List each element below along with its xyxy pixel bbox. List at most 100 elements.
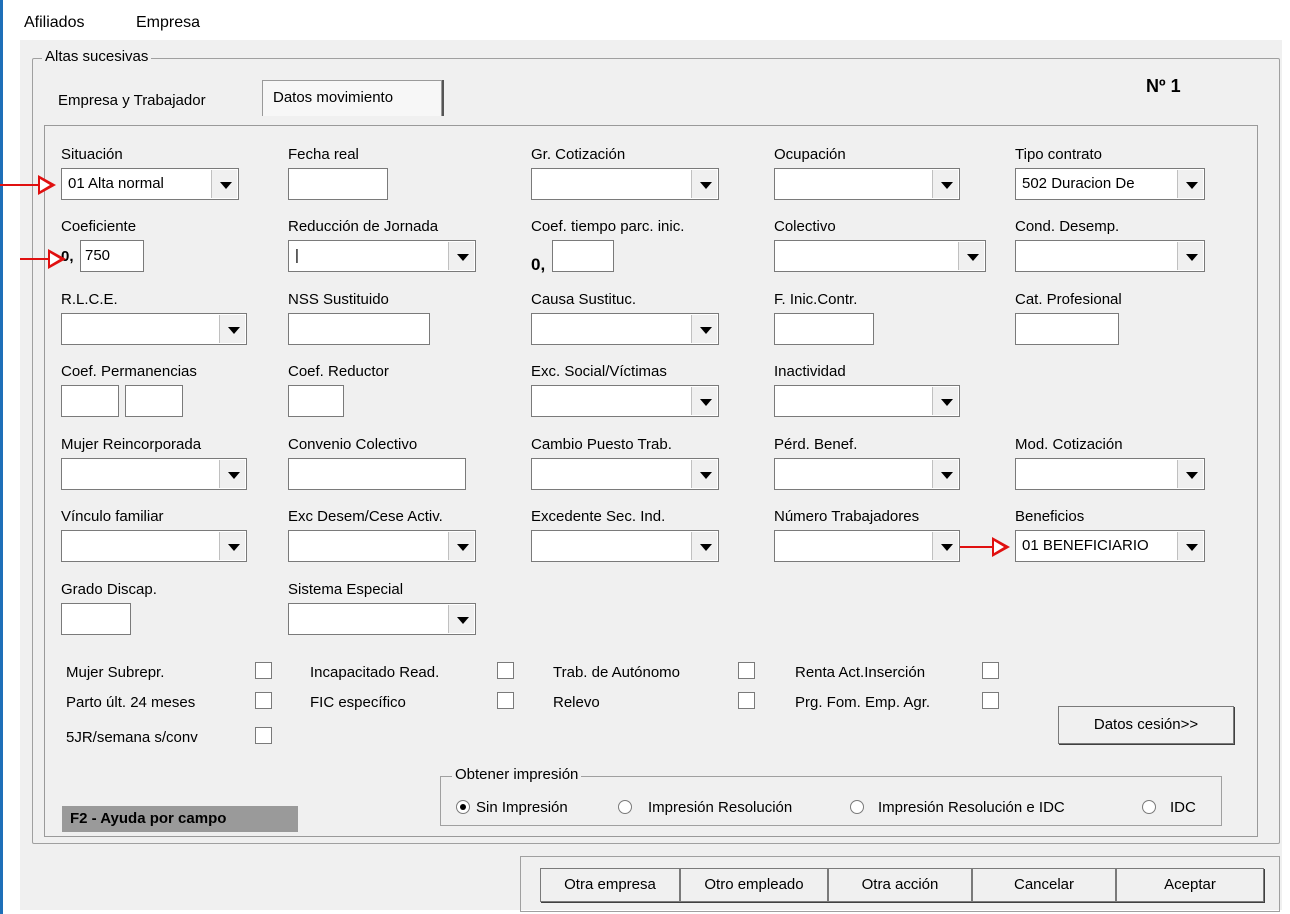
chevron-down-icon[interactable] xyxy=(448,605,474,633)
causa-sustituc-select[interactable] xyxy=(531,313,719,345)
radio-sin-impresion[interactable] xyxy=(456,800,470,814)
nss-sustituido-input[interactable] xyxy=(288,313,430,345)
gr-cotizacion-select[interactable] xyxy=(531,168,719,200)
chevron-down-icon[interactable] xyxy=(211,170,237,198)
chevron-down-icon[interactable] xyxy=(932,170,958,198)
chevron-down-icon[interactable] xyxy=(691,460,717,488)
radio-impresion-resolucion[interactable] xyxy=(618,800,632,814)
situacion-label: Situación xyxy=(61,146,123,163)
prg-fom-checkbox[interactable] xyxy=(982,692,999,709)
rlce-select[interactable] xyxy=(61,313,247,345)
incapacitado-checkbox[interactable] xyxy=(497,662,514,679)
chevron-down-icon[interactable] xyxy=(448,532,474,560)
convenio-colectivo-label: Convenio Colectivo xyxy=(288,436,418,453)
cinco-jr-checkbox[interactable] xyxy=(255,727,272,744)
datos-cesion-button-label: Datos cesión>> xyxy=(1093,716,1199,733)
chevron-down-icon[interactable] xyxy=(932,532,958,560)
mujer-subrepr-checkbox[interactable] xyxy=(255,662,272,679)
chevron-down-icon[interactable] xyxy=(1177,460,1203,488)
convenio-colectivo-input[interactable] xyxy=(288,458,466,490)
chevron-down-icon[interactable] xyxy=(1177,242,1203,270)
menu-afiliados[interactable]: Afiliados xyxy=(24,14,84,32)
datos-cesion-button[interactable]: Datos cesión>> xyxy=(1058,706,1234,744)
grado-discap-input[interactable] xyxy=(61,603,131,635)
annotation-arrow-line xyxy=(0,184,40,186)
numero-trabajadores-select[interactable] xyxy=(774,530,960,562)
exc-social-label: Exc. Social/Víctimas xyxy=(531,363,667,380)
chevron-down-icon[interactable] xyxy=(219,315,245,343)
inactividad-select[interactable] xyxy=(774,385,960,417)
otro-empleado-button[interactable]: Otro empleado xyxy=(680,868,828,902)
chevron-down-icon[interactable] xyxy=(932,387,958,415)
beneficios-label: Beneficios xyxy=(1015,508,1085,525)
perd-benef-select[interactable] xyxy=(774,458,960,490)
colectivo-select[interactable] xyxy=(774,240,986,272)
cambio-puesto-select[interactable] xyxy=(531,458,719,490)
chevron-down-icon[interactable] xyxy=(691,170,717,198)
otra-accion-button[interactable]: Otra acción xyxy=(828,868,972,902)
ocupacion-label: Ocupación xyxy=(774,146,846,163)
cat-profesional-input[interactable] xyxy=(1015,313,1119,345)
tab-datos-movimiento[interactable]: Datos movimiento xyxy=(262,80,442,116)
chevron-down-icon[interactable] xyxy=(1177,532,1203,560)
aceptar-button[interactable]: Aceptar xyxy=(1116,868,1264,902)
f-inic-contr-input[interactable] xyxy=(774,313,874,345)
reduccion-jornada-select[interactable]: | xyxy=(288,240,476,272)
chevron-down-icon[interactable] xyxy=(1177,170,1203,198)
coef-permanencias-input-2[interactable] xyxy=(125,385,183,417)
otro-empleado-label: Otro empleado xyxy=(704,876,804,893)
nss-sustituido-label: NSS Sustituido xyxy=(288,291,389,308)
reduccion-jornada-value: | xyxy=(295,247,299,264)
parto-label: Parto últ. 24 meses xyxy=(66,694,196,711)
chevron-down-icon[interactable] xyxy=(219,532,245,560)
radio-idc[interactable] xyxy=(1142,800,1156,814)
cancelar-button[interactable]: Cancelar xyxy=(972,868,1116,902)
otra-empresa-button[interactable]: Otra empresa xyxy=(540,868,680,902)
chevron-down-icon[interactable] xyxy=(448,242,474,270)
coef-tiempo-input[interactable] xyxy=(552,240,614,272)
coef-reductor-input[interactable] xyxy=(288,385,344,417)
sin-impresion-label: Sin Impresión xyxy=(476,799,568,816)
annotation-arrow-icon xyxy=(48,249,66,269)
chevron-down-icon[interactable] xyxy=(958,242,984,270)
trab-autonomo-label: Trab. de Autónomo xyxy=(553,664,681,681)
vinculo-familiar-select[interactable] xyxy=(61,530,247,562)
tipo-contrato-select[interactable]: 502 Duracion De xyxy=(1015,168,1205,200)
exc-desem-select[interactable] xyxy=(288,530,476,562)
chevron-down-icon[interactable] xyxy=(691,532,717,560)
coeficiente-input[interactable]: 750 xyxy=(80,240,144,272)
fecha-real-input[interactable] xyxy=(288,168,388,200)
excedente-sec-label: Excedente Sec. Ind. xyxy=(531,508,666,525)
excedente-sec-select[interactable] xyxy=(531,530,719,562)
chevron-down-icon[interactable] xyxy=(691,387,717,415)
numero-label: Nº 1 xyxy=(1146,76,1181,96)
coef-tiempo-label: Coef. tiempo parc. inic. xyxy=(531,218,685,235)
parto-checkbox[interactable] xyxy=(255,692,272,709)
radio-impresion-resolucion-idc[interactable] xyxy=(850,800,864,814)
fic-checkbox[interactable] xyxy=(497,692,514,709)
exc-social-select[interactable] xyxy=(531,385,719,417)
mujer-reincorporada-select[interactable] xyxy=(61,458,247,490)
prg-fom-label: Prg. Fom. Emp. Agr. xyxy=(795,694,931,711)
fic-label: FIC específico xyxy=(310,694,406,711)
tab-empresa-trabajador[interactable]: Empresa y Trabajador xyxy=(58,92,206,109)
annotation-arrow-icon xyxy=(38,175,56,195)
relevo-checkbox[interactable] xyxy=(738,692,755,709)
chevron-down-icon[interactable] xyxy=(932,460,958,488)
menu-empresa[interactable]: Empresa xyxy=(136,14,200,32)
chevron-down-icon[interactable] xyxy=(691,315,717,343)
renta-act-label: Renta Act.Inserción xyxy=(795,664,926,681)
cinco-jr-label: 5JR/semana s/conv xyxy=(66,729,198,746)
renta-act-checkbox[interactable] xyxy=(982,662,999,679)
impresion-legend: Obtener impresión xyxy=(452,766,582,783)
chevron-down-icon[interactable] xyxy=(219,460,245,488)
situacion-select[interactable]: 01 Alta normal xyxy=(61,168,239,200)
mod-cotizacion-select[interactable] xyxy=(1015,458,1205,490)
relevo-label: Relevo xyxy=(553,694,600,711)
beneficios-select[interactable]: 01 BENEFICIARIO xyxy=(1015,530,1205,562)
sistema-especial-select[interactable] xyxy=(288,603,476,635)
coef-permanencias-input-1[interactable] xyxy=(61,385,119,417)
ocupacion-select[interactable] xyxy=(774,168,960,200)
cond-desemp-select[interactable] xyxy=(1015,240,1205,272)
trab-autonomo-checkbox[interactable] xyxy=(738,662,755,679)
